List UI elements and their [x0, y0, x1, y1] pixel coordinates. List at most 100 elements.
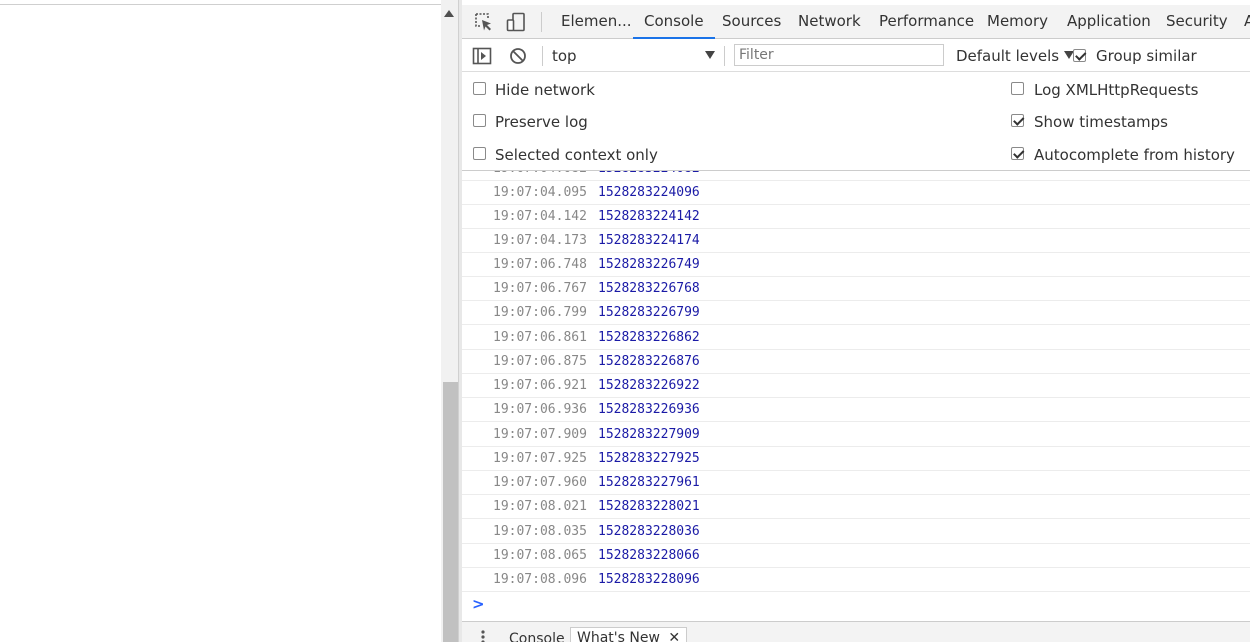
log-timestamp: 19:07:06.799	[493, 305, 587, 320]
log-timestamp: 19:07:06.936	[493, 402, 587, 417]
log-row: 19:07:06.748 1528283226749	[462, 253, 1250, 277]
log-row: 19:07:08.021 1528283228021	[462, 495, 1250, 519]
log-value: 1528283224174	[598, 233, 700, 248]
drawer-tab-console[interactable]: Console	[509, 631, 565, 642]
log-timestamp: 19:07:08.035	[493, 524, 587, 539]
log-timestamp: 19:07:04.142	[493, 209, 587, 224]
devtools-tabbar: Elemen... Console Sources Network Perfor…	[462, 5, 1250, 39]
page-scrollbar[interactable]	[441, 0, 458, 642]
show-sidebar-icon[interactable]	[469, 39, 495, 72]
console-prompt-icon[interactable]: >	[472, 595, 485, 613]
tab-console[interactable]: Console	[633, 5, 715, 39]
log-value: 1528283227961	[598, 475, 700, 490]
log-xhr-checkbox[interactable]	[1011, 82, 1024, 95]
show-timestamps-checkbox[interactable]	[1011, 114, 1024, 127]
preserve-log-label: Preserve log	[495, 113, 588, 131]
log-row: 19:07:06.861 1528283226862	[462, 326, 1250, 350]
log-row: 19:07:07.960 1528283227961	[462, 471, 1250, 495]
log-row: 19:07:04.173 1528283224174	[462, 229, 1250, 253]
log-levels-label: Default levels	[956, 47, 1060, 65]
hide-network-checkbox[interactable]	[473, 82, 486, 95]
log-timestamp: 19:07:08.096	[493, 572, 587, 587]
log-timestamp: 19:07:04.095	[493, 185, 587, 200]
group-similar-label: Group similar	[1096, 47, 1197, 65]
log-levels-dropdown[interactable]: Default levels	[956, 46, 1075, 66]
tab-network[interactable]: Network	[798, 5, 861, 38]
toolbar-separator	[542, 46, 543, 66]
toolbar-separator	[724, 46, 725, 66]
close-icon[interactable]: ✕	[668, 630, 680, 642]
log-row: 19:07:07.925 1528283227925	[462, 447, 1250, 471]
context-select-value: top	[552, 47, 577, 65]
log-value: 1528283226862	[598, 330, 700, 345]
autocomplete-history-checkbox[interactable]	[1011, 147, 1024, 160]
log-row: 19:07:08.096 1528283228096	[462, 568, 1250, 592]
inspect-element-icon[interactable]	[471, 5, 497, 38]
log-value: 1528283228096	[598, 572, 700, 587]
log-row: 19:07:07.909 1528283227909	[462, 423, 1250, 447]
more-menu-icon[interactable]	[481, 630, 485, 642]
console-toolbar: top Default levels Group similar	[462, 39, 1250, 72]
tab-elements[interactable]: Elemen...	[561, 5, 632, 38]
selected-context-only-checkbox[interactable]	[473, 147, 486, 160]
console-log[interactable]: 19:07:04.082 1528283224082 19:07:04.0951…	[462, 171, 1250, 620]
page-scrollbar-thumb[interactable]	[443, 382, 458, 642]
chevron-down-icon	[705, 51, 715, 59]
log-row: 19:07:06.936 1528283226936	[462, 398, 1250, 422]
log-timestamp: 19:07:06.875	[493, 354, 587, 369]
hide-network-label: Hide network	[495, 81, 595, 99]
log-value: 1528283224096	[598, 185, 700, 200]
log-row: 19:07:04.142 1528283224142	[462, 205, 1250, 229]
log-timestamp: 19:07:07.925	[493, 451, 587, 466]
drawer-tabbar: Console What's New ✕	[462, 621, 1250, 642]
log-value: 1528283228021	[598, 499, 700, 514]
log-value: 1528283228066	[598, 548, 700, 563]
log-value: 1528283224082	[598, 171, 700, 181]
log-timestamp: 19:07:06.921	[493, 378, 587, 393]
device-toolbar-icon[interactable]	[503, 5, 529, 38]
drawer-tab-whats-new[interactable]: What's New ✕	[570, 627, 688, 642]
log-timestamp: 19:07:07.909	[493, 427, 587, 442]
selected-context-only-label: Selected context only	[495, 146, 658, 164]
log-row: 19:07:08.035 1528283228036	[462, 520, 1250, 544]
log-value: 1528283226768	[598, 281, 700, 296]
log-value: 1528283226749	[598, 257, 700, 272]
log-row: 19:07:06.767 1528283226768	[462, 277, 1250, 301]
tab-performance[interactable]: Performance	[879, 5, 974, 38]
log-value: 1528283226922	[598, 378, 700, 393]
log-row: 19:07:06.799 1528283226799	[462, 301, 1250, 325]
context-select[interactable]: top	[552, 46, 715, 66]
log-value: 1528283226876	[598, 354, 700, 369]
tab-security[interactable]: Security	[1166, 5, 1228, 38]
log-xhr-label: Log XMLHttpRequests	[1034, 81, 1199, 99]
log-timestamp: 19:07:08.021	[493, 499, 587, 514]
autocomplete-history-label: Autocomplete from history	[1034, 146, 1235, 164]
tab-application[interactable]: Application	[1067, 5, 1151, 38]
devtools-panel: Elemen... Console Sources Network Perfor…	[462, 0, 1250, 642]
log-value: 1528283227909	[598, 427, 700, 442]
log-value: 1528283226799	[598, 305, 700, 320]
log-timestamp: 19:07:06.748	[493, 257, 587, 272]
filter-input[interactable]	[734, 44, 944, 66]
inspected-page[interactable]	[0, 0, 441, 642]
preserve-log-checkbox[interactable]	[473, 114, 486, 127]
group-similar-checkbox[interactable]	[1073, 49, 1086, 62]
log-timestamp: 19:07:04.082	[493, 171, 587, 181]
log-row: 19:07:04.095 1528283224096	[462, 181, 1250, 205]
tab-sources[interactable]: Sources	[722, 5, 781, 38]
log-value: 1528283226936	[598, 402, 700, 417]
log-timestamp: 19:07:07.960	[493, 475, 587, 490]
log-timestamp: 19:07:06.767	[493, 281, 587, 296]
page-divider	[0, 4, 441, 5]
log-value: 1528283227925	[598, 451, 700, 466]
scroll-up-arrow-icon[interactable]	[444, 10, 454, 17]
clear-console-icon[interactable]	[505, 39, 531, 72]
console-settings-pane: Hide network Preserve log Selected conte…	[462, 72, 1250, 171]
tab-audits-partial[interactable]: A	[1244, 5, 1250, 38]
log-value: 1528283228036	[598, 524, 700, 539]
log-value: 1528283224142	[598, 209, 700, 224]
log-row: 19:07:08.065 1528283228066	[462, 544, 1250, 568]
show-timestamps-label: Show timestamps	[1034, 113, 1168, 131]
log-row: 19:07:04.082 1528283224082	[462, 171, 1250, 181]
tab-memory[interactable]: Memory	[987, 5, 1048, 38]
